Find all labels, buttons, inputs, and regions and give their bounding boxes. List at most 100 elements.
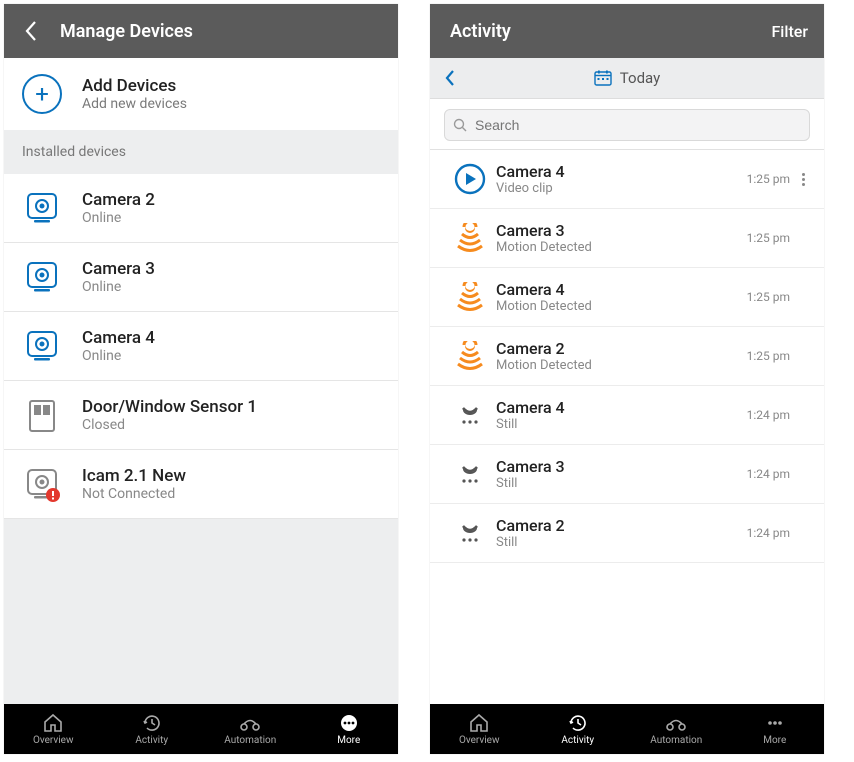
installed-devices-label: Installed devices [4, 130, 398, 174]
add-subtitle: Add new devices [82, 96, 187, 112]
header-title: Manage Devices [60, 21, 382, 42]
search-input[interactable] [473, 116, 801, 134]
activity-time: 1:25 pm [747, 290, 790, 304]
activity-row[interactable]: Camera 2 Motion Detected 1:25 pm [430, 327, 824, 386]
activity-texts: Camera 3 Motion Detected [496, 221, 747, 255]
back-button[interactable] [20, 20, 42, 42]
activity-name: Camera 4 [496, 162, 747, 181]
activity-name: Camera 3 [496, 221, 747, 240]
more-button[interactable] [796, 173, 810, 186]
add-texts: Add Devices Add new devices [82, 76, 187, 112]
still-icon [444, 461, 496, 487]
activity-name: Camera 4 [496, 280, 747, 299]
device-list: Camera 2 Online Camera 3 Online Camera 4… [4, 174, 398, 519]
activity-detail: Still [496, 476, 747, 491]
device-texts: Door/Window Sensor 1 Closed [82, 397, 257, 433]
empty-area [4, 519, 398, 704]
still-icon [444, 520, 496, 546]
content: + Add Devices Add new devices Installed … [4, 58, 398, 704]
tab-label: More [763, 735, 786, 746]
tab-activity[interactable]: Activity [103, 713, 202, 746]
activity-row[interactable]: Camera 4 Still 1:24 pm [430, 386, 824, 445]
plus-circle-icon: + [22, 74, 62, 114]
home-icon [468, 713, 490, 733]
tab-activity[interactable]: Activity [529, 713, 628, 746]
door-sensor-icon [22, 395, 62, 435]
activity-time: 1:24 pm [747, 408, 790, 422]
day-selector: Today [430, 58, 824, 99]
tab-label: Overview [459, 735, 500, 746]
activity-detail: Motion Detected [496, 299, 747, 314]
tab-label: Activity [135, 735, 168, 746]
automation-icon [238, 713, 262, 733]
activity-detail: Still [496, 417, 747, 432]
tab-more[interactable]: More [300, 713, 399, 746]
device-status: Not Connected [82, 486, 186, 502]
device-name: Icam 2.1 New [82, 466, 186, 486]
still-icon [444, 402, 496, 428]
device-texts: Camera 2 Online [82, 190, 155, 226]
activity-time: 1:25 pm [747, 172, 790, 186]
activity-row[interactable]: Camera 2 Still 1:24 pm [430, 504, 824, 563]
device-texts: Camera 3 Online [82, 259, 155, 295]
activity-texts: Camera 2 Motion Detected [496, 339, 747, 373]
device-name: Camera 2 [82, 190, 155, 210]
day-label: Today [620, 69, 660, 87]
more-icon [338, 713, 360, 733]
tab-automation[interactable]: Automation [201, 713, 300, 746]
search-field[interactable] [444, 109, 810, 141]
activity-time: 1:24 pm [747, 526, 790, 540]
play-icon [444, 162, 496, 196]
device-row[interactable]: Door/Window Sensor 1 Closed [4, 381, 398, 450]
activity-detail: Video clip [496, 181, 747, 196]
header: Activity Filter [430, 4, 824, 58]
activity-row[interactable]: Camera 4 Video clip 1:25 pm [430, 150, 824, 209]
activity-time: 1:25 pm [747, 349, 790, 363]
motion-icon [444, 223, 496, 253]
calendar-icon [594, 70, 612, 86]
device-name: Camera 3 [82, 259, 155, 279]
device-texts: Icam 2.1 New Not Connected [82, 466, 186, 502]
activity-texts: Camera 4 Motion Detected [496, 280, 747, 314]
clock-icon [141, 713, 163, 733]
activity-row[interactable]: Camera 3 Motion Detected 1:25 pm [430, 209, 824, 268]
previous-day-button[interactable] [430, 69, 470, 87]
activity-name: Camera 4 [496, 398, 747, 417]
filter-button[interactable]: Filter [771, 22, 808, 41]
device-row[interactable]: Camera 4 Online [4, 312, 398, 381]
activity-row[interactable]: Camera 4 Motion Detected 1:25 pm [430, 268, 824, 327]
tab-overview[interactable]: Overview [430, 713, 529, 746]
add-devices-button[interactable]: + Add Devices Add new devices [4, 58, 398, 130]
device-row[interactable]: Camera 2 Online [4, 174, 398, 243]
clock-icon [567, 713, 589, 733]
tab-overview[interactable]: Overview [4, 713, 103, 746]
header-title: Activity [446, 21, 771, 42]
tab-bar: Overview Activity Automation More [4, 704, 398, 754]
activity-detail: Motion Detected [496, 358, 747, 373]
tab-more[interactable]: More [726, 713, 825, 746]
activity-row[interactable]: Camera 3 Still 1:24 pm [430, 445, 824, 504]
tab-label: Automation [224, 735, 276, 746]
activity-texts: Camera 3 Still [496, 457, 747, 491]
device-row[interactable]: Icam 2.1 New Not Connected [4, 450, 398, 519]
activity-name: Camera 3 [496, 457, 747, 476]
search-icon [453, 118, 467, 132]
day-label-wrap: Today [430, 69, 824, 87]
more-icon [764, 713, 786, 733]
device-name: Door/Window Sensor 1 [82, 397, 257, 417]
tab-label: Automation [650, 735, 702, 746]
activity-texts: Camera 2 Still [496, 516, 747, 550]
device-row[interactable]: Camera 3 Online [4, 243, 398, 312]
manage-devices-screen: Manage Devices + Add Devices Add new dev… [4, 4, 398, 754]
tab-label: Overview [33, 735, 74, 746]
camera-error-icon [22, 464, 62, 504]
activity-time: 1:24 pm [747, 467, 790, 481]
device-status: Online [82, 279, 155, 295]
activity-texts: Camera 4 Still [496, 398, 747, 432]
chevron-left-icon [444, 69, 456, 87]
device-status: Online [82, 348, 155, 364]
motion-icon [444, 282, 496, 312]
tab-automation[interactable]: Automation [627, 713, 726, 746]
activity-detail: Motion Detected [496, 240, 747, 255]
tab-label: More [337, 735, 360, 746]
